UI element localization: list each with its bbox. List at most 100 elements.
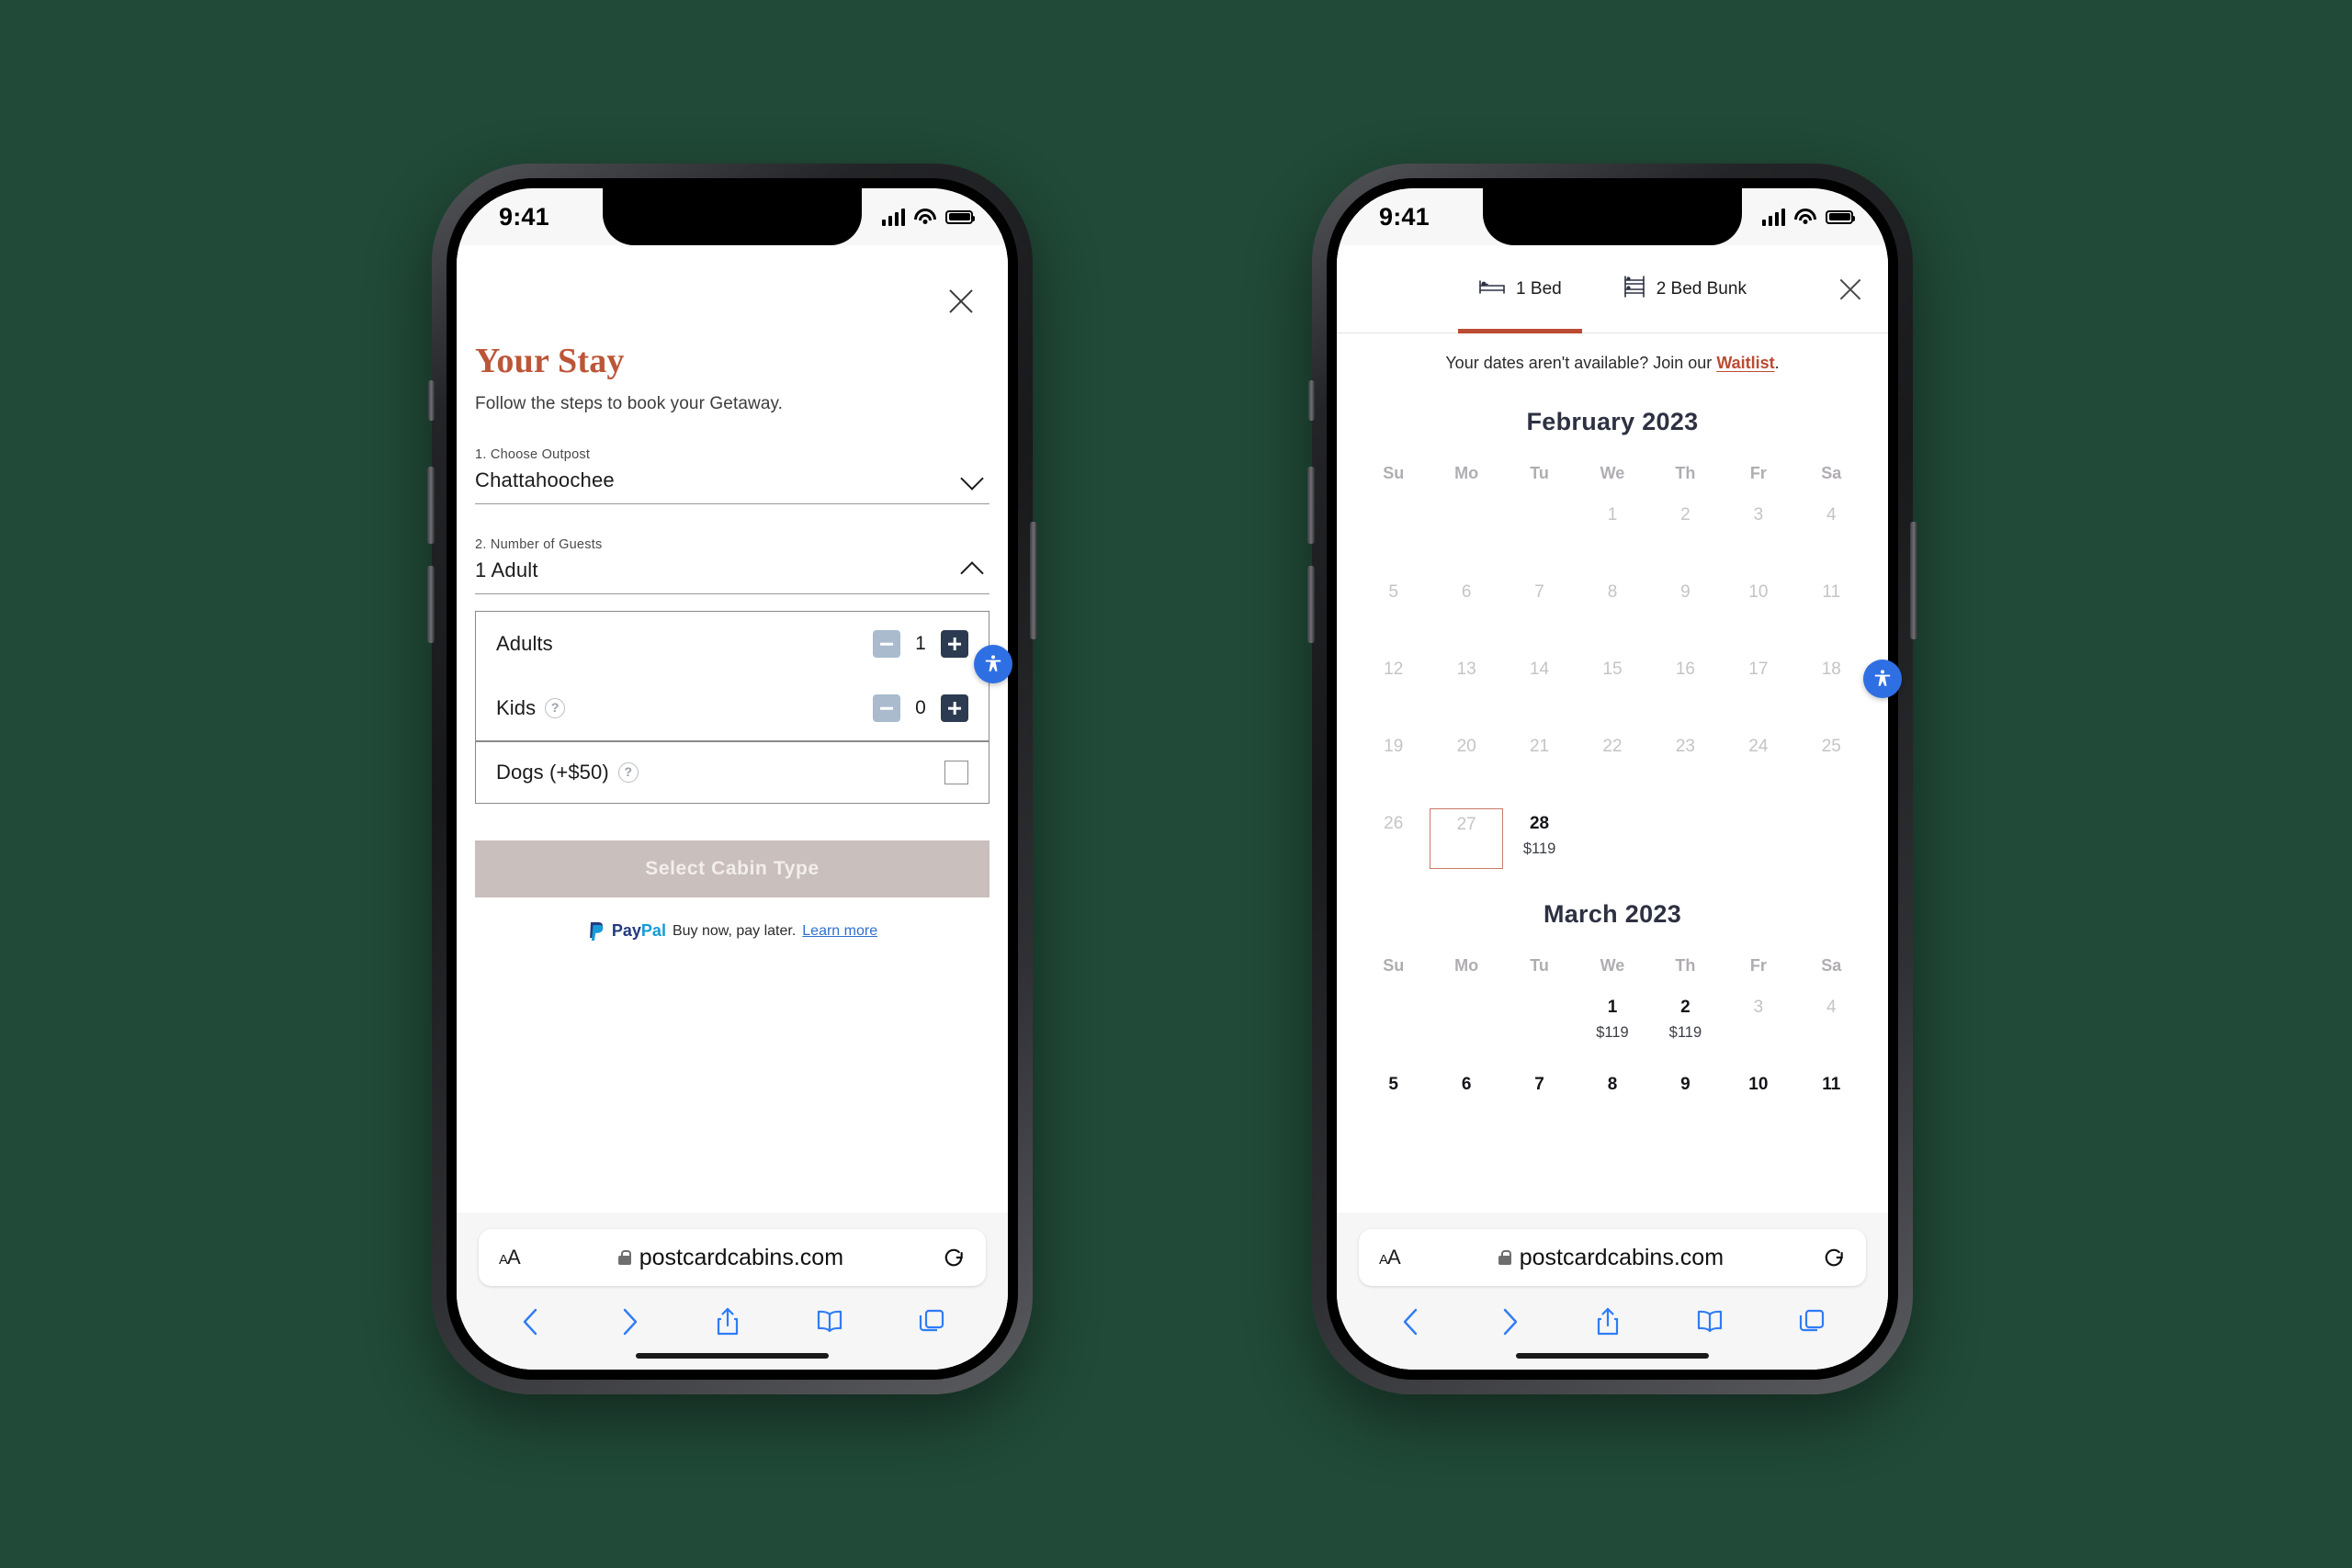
chevron-down-icon[interactable] [964,468,984,489]
calendar-day-cell: 4 [1795,992,1868,1053]
address-bar[interactable]: AA postcardcabins.com [1359,1229,1866,1286]
dogs-checkbox[interactable] [944,760,968,784]
share-icon[interactable] [715,1306,741,1342]
day-header-su: Su [1383,464,1405,482]
cellular-signal-icon [881,208,905,226]
field-number-of-guests[interactable]: 2. Number of Guests 1 Adult [475,537,989,594]
calendar-day-number: 2 [1680,505,1690,525]
reload-icon[interactable] [942,1246,966,1269]
paypal-learn-more-link[interactable]: Learn more [802,923,877,940]
accessibility-widget-button[interactable] [974,645,1012,683]
calendar-day-cell: 3 [1722,992,1794,1053]
calendar-day-cell[interactable]: 1 $119 [1576,992,1648,1053]
dogs-label-text: Dogs (+$50) [496,760,609,784]
safari-chrome-right: AA postcardcabins.com [1337,1213,1888,1370]
tabs-icon[interactable] [1798,1306,1826,1342]
forward-chevron-icon[interactable] [617,1306,641,1342]
calendar-day-number: 15 [1602,660,1623,679]
day-header-we: We [1600,464,1625,482]
calendar-day-number: 2 [1680,998,1690,1017]
chevron-up-icon[interactable] [964,558,984,579]
tab-2-bed-bunk[interactable]: 2 Bed Bunk [1617,245,1752,333]
calendar-day-number: 3 [1753,998,1764,1017]
url-display[interactable]: postcardcabins.com [1498,1245,1724,1271]
calendar-day-cell[interactable]: 5 [1357,1069,1430,1130]
power-button[interactable] [1030,522,1037,639]
calendar-day-number: 5 [1388,1075,1398,1094]
forward-chevron-icon[interactable] [1498,1306,1521,1342]
calendar-day-cell[interactable]: 6 [1430,1069,1502,1130]
waitlist-prefix: Your dates aren't available? Join our [1445,354,1717,372]
calendar-day-cell[interactable]: 11 [1795,1069,1868,1130]
book-icon[interactable] [815,1306,844,1342]
calendar-day-number: 21 [1529,737,1550,756]
share-icon[interactable] [1595,1306,1621,1342]
back-chevron-icon[interactable] [1399,1306,1423,1342]
tabs-icon[interactable] [918,1306,945,1342]
back-chevron-icon[interactable] [519,1306,543,1342]
waitlist-link[interactable]: Waitlist [1716,354,1774,372]
accessibility-widget-button[interactable] [1863,660,1902,698]
calendar-day-number: 5 [1388,582,1398,602]
mute-switch[interactable] [428,380,435,421]
calendar-empty-cell [1576,808,1648,869]
help-circle-icon[interactable]: ? [617,761,639,783]
calendar-day-number: 27 [1456,815,1476,834]
calendar-day-cell[interactable]: 9 [1649,1069,1722,1130]
book-icon[interactable] [1695,1306,1724,1342]
calendar-day-number: 8 [1607,1075,1618,1094]
notch [1483,188,1742,245]
calendar-week-row: 5 6 7 8 9 10 11 [1357,577,1868,637]
guest-label-adults: Adults [496,632,553,655]
url-text: postcardcabins.com [639,1244,844,1270]
calendar-day-cell: 20 [1430,731,1502,792]
calendar-day-cell[interactable]: 8 [1576,1069,1648,1130]
calendar-day-number: 13 [1456,660,1476,679]
plus-icon[interactable] [941,694,968,722]
calendar-day-cell: 12 [1357,654,1430,715]
text-size-icon[interactable]: AA [499,1246,521,1269]
minus-icon[interactable] [873,694,900,722]
calendar-day-number: 6 [1461,1075,1472,1094]
mute-switch[interactable] [1308,380,1315,421]
calendar-day-cell[interactable]: 10 [1722,1069,1794,1130]
guest-label-dogs: Dogs (+$50) ? [496,761,639,784]
phone-right: 9:41 1 Bed 2 Bed Bunk Your dates aren't … [1307,164,1917,1394]
field-choose-outpost[interactable]: 1. Choose Outpost Chattahoochee [475,447,989,504]
calendar-day-cell[interactable]: 7 [1503,1069,1576,1130]
lock-icon [617,1250,632,1265]
text-size-icon[interactable]: AA [1379,1246,1401,1269]
reload-icon[interactable] [1822,1246,1846,1269]
calendar-week-row: 26 27 28 $119 [1357,808,1868,869]
calendar-day-cell[interactable]: 2 $119 [1649,992,1722,1053]
close-icon[interactable] [945,286,977,317]
day-header-sa: Sa [1821,464,1842,482]
power-button[interactable] [1910,522,1917,639]
phone-screen-left: 9:41 Your Stay Follow the steps to book … [457,188,1008,1370]
calendar-day-cell: 8 [1576,577,1648,637]
address-bar[interactable]: AA postcardcabins.com [479,1229,986,1286]
volume-down-button[interactable] [1307,566,1315,643]
lock-icon [1498,1250,1512,1265]
calendar-day-cell[interactable]: 28 $119 [1503,808,1576,869]
select-cabin-type-button[interactable]: Select Cabin Type [475,840,989,897]
volume-up-button[interactable] [427,467,435,544]
calendar-day-number: 1 [1607,998,1618,1017]
plus-icon[interactable] [941,630,968,658]
calendar-day-price: $119 [1668,1024,1702,1041]
help-circle-icon[interactable]: ? [545,698,566,718]
status-time: 9:41 [499,202,549,231]
calendar-day-number: 7 [1534,1075,1544,1094]
calendar-day-number: 9 [1680,1075,1690,1094]
tab-label-2-bed-bunk: 2 Bed Bunk [1656,278,1747,299]
volume-up-button[interactable] [1307,467,1315,544]
status-indicators [1761,208,1855,226]
calendar-day-number: 6 [1461,582,1472,602]
close-icon[interactable] [1837,276,1864,303]
calendar-day-cell: 3 [1722,500,1794,560]
calendar-day-number: 10 [1748,582,1769,602]
volume-down-button[interactable] [427,566,435,643]
url-display[interactable]: postcardcabins.com [617,1244,844,1271]
minus-icon[interactable] [873,630,900,658]
tab-1-bed[interactable]: 1 Bed [1458,245,1582,333]
